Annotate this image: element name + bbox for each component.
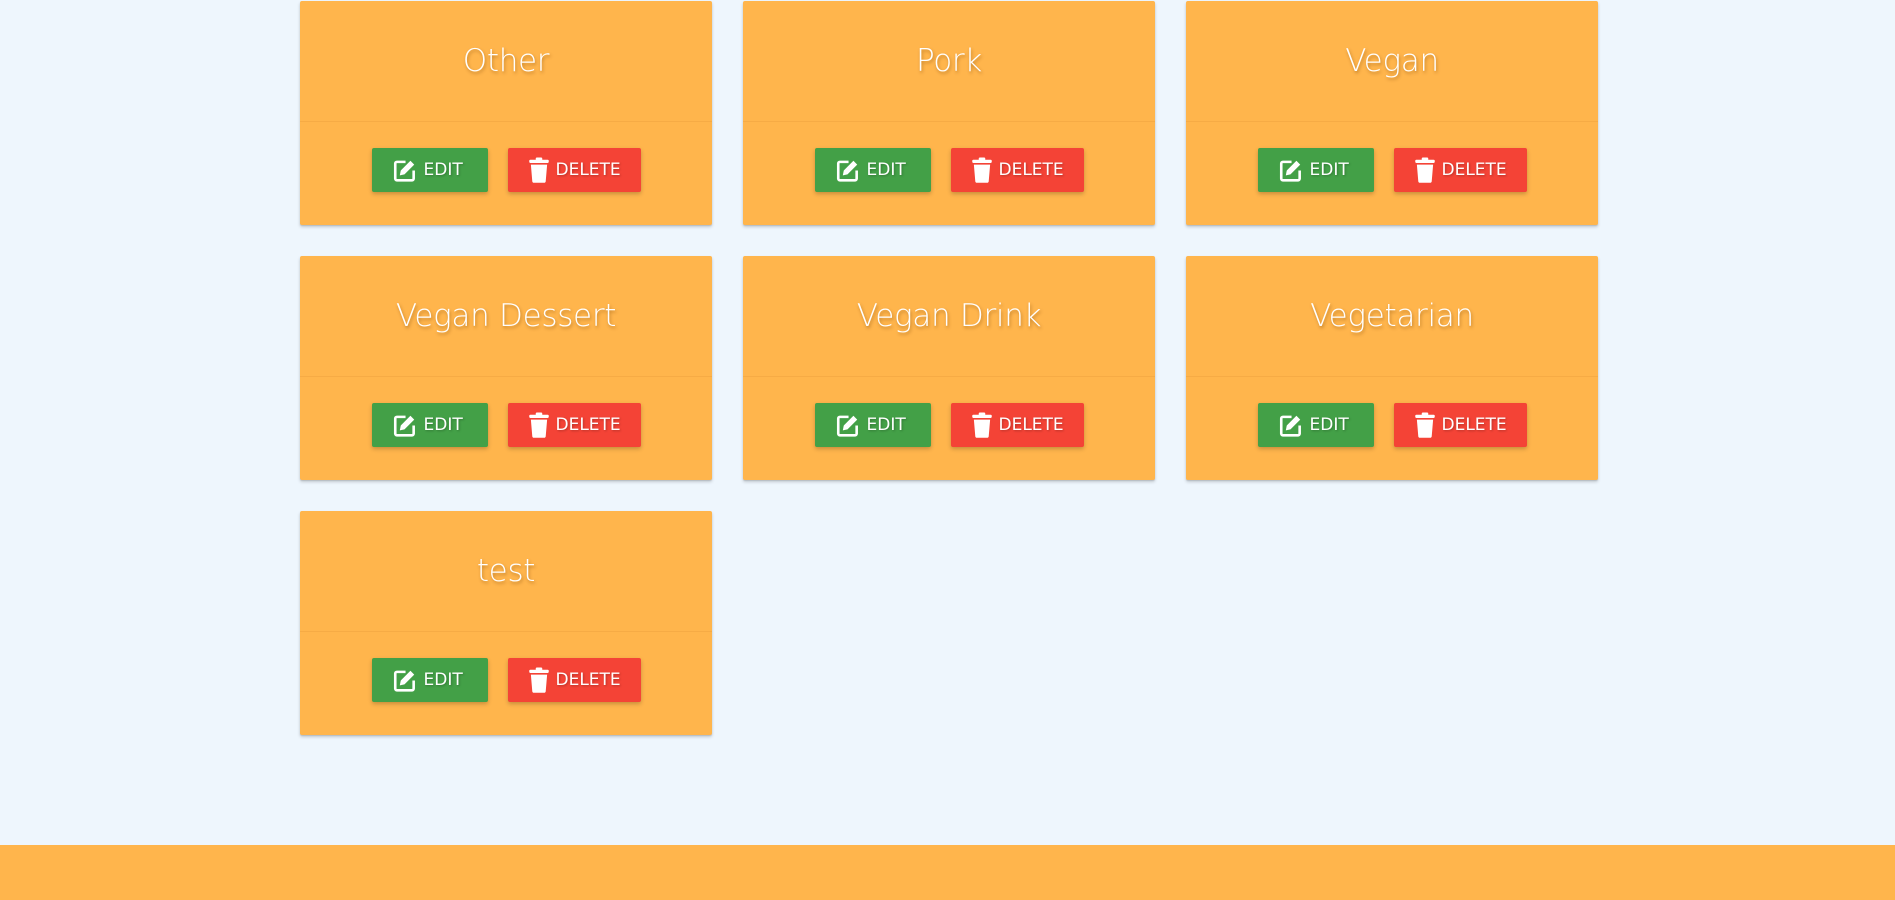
edit-button-label: Edit — [1309, 415, 1349, 435]
category-card: test Edit Delete — [300, 511, 712, 735]
category-card: Vegan Edit Delete — [1186, 1, 1598, 225]
edit-button-label: Edit — [866, 415, 906, 435]
edit-button-label: Edit — [866, 160, 906, 180]
page-footer — [0, 845, 1895, 900]
card-actions: Edit Delete — [1186, 377, 1598, 479]
category-card: Other Edit Delete — [300, 1, 712, 225]
edit-icon — [1278, 157, 1304, 183]
category-title: Vegan Drink — [743, 256, 1155, 377]
category-grid: Other Edit Delete Pork Ed — [300, 1, 1600, 735]
delete-button[interactable]: Delete — [1393, 403, 1527, 447]
edit-button-label: Edit — [423, 160, 463, 180]
delete-button-label: Delete — [998, 160, 1064, 180]
category-title: Vegetarian — [1186, 256, 1598, 377]
card-actions: Edit Delete — [743, 377, 1155, 479]
delete-button[interactable]: Delete — [507, 148, 641, 192]
card-actions: Edit Delete — [743, 122, 1155, 224]
edit-button[interactable]: Edit — [1257, 148, 1374, 192]
card-actions: Edit Delete — [300, 632, 712, 734]
delete-button[interactable]: Delete — [950, 148, 1084, 192]
delete-button-label: Delete — [555, 670, 621, 690]
edit-button-label: Edit — [1309, 160, 1349, 180]
trash-icon — [971, 157, 993, 183]
trash-icon — [528, 157, 550, 183]
delete-button[interactable]: Delete — [507, 658, 641, 702]
category-title: Vegan Dessert — [300, 256, 712, 377]
edit-button[interactable]: Edit — [371, 658, 488, 702]
edit-icon — [1278, 412, 1304, 438]
card-actions: Edit Delete — [300, 377, 712, 479]
delete-button[interactable]: Delete — [1393, 148, 1527, 192]
card-actions: Edit Delete — [300, 122, 712, 224]
trash-icon — [1414, 157, 1436, 183]
edit-button[interactable]: Edit — [371, 403, 488, 447]
delete-button-label: Delete — [1441, 415, 1507, 435]
delete-button[interactable]: Delete — [950, 403, 1084, 447]
card-actions: Edit Delete — [1186, 122, 1598, 224]
delete-button[interactable]: Delete — [507, 403, 641, 447]
edit-button[interactable]: Edit — [1257, 403, 1374, 447]
edit-button[interactable]: Edit — [371, 148, 488, 192]
edit-button-label: Edit — [423, 670, 463, 690]
trash-icon — [1414, 412, 1436, 438]
edit-icon — [392, 157, 418, 183]
delete-button-label: Delete — [555, 160, 621, 180]
category-title: Pork — [743, 1, 1155, 122]
category-card: Pork Edit Delete — [743, 1, 1155, 225]
edit-icon — [392, 667, 418, 693]
category-card: Vegan Dessert Edit Delete — [300, 256, 712, 480]
delete-button-label: Delete — [998, 415, 1064, 435]
trash-icon — [528, 412, 550, 438]
edit-button-label: Edit — [423, 415, 463, 435]
edit-icon — [392, 412, 418, 438]
category-card: Vegetarian Edit Delete — [1186, 256, 1598, 480]
edit-button[interactable]: Edit — [814, 148, 931, 192]
trash-icon — [971, 412, 993, 438]
delete-button-label: Delete — [1441, 160, 1507, 180]
delete-button-label: Delete — [555, 415, 621, 435]
edit-button[interactable]: Edit — [814, 403, 931, 447]
edit-icon — [835, 412, 861, 438]
trash-icon — [528, 667, 550, 693]
edit-icon — [835, 157, 861, 183]
category-title: test — [300, 511, 712, 632]
category-title: Vegan — [1186, 1, 1598, 122]
category-card: Vegan Drink Edit Delete — [743, 256, 1155, 480]
category-title: Other — [300, 1, 712, 122]
